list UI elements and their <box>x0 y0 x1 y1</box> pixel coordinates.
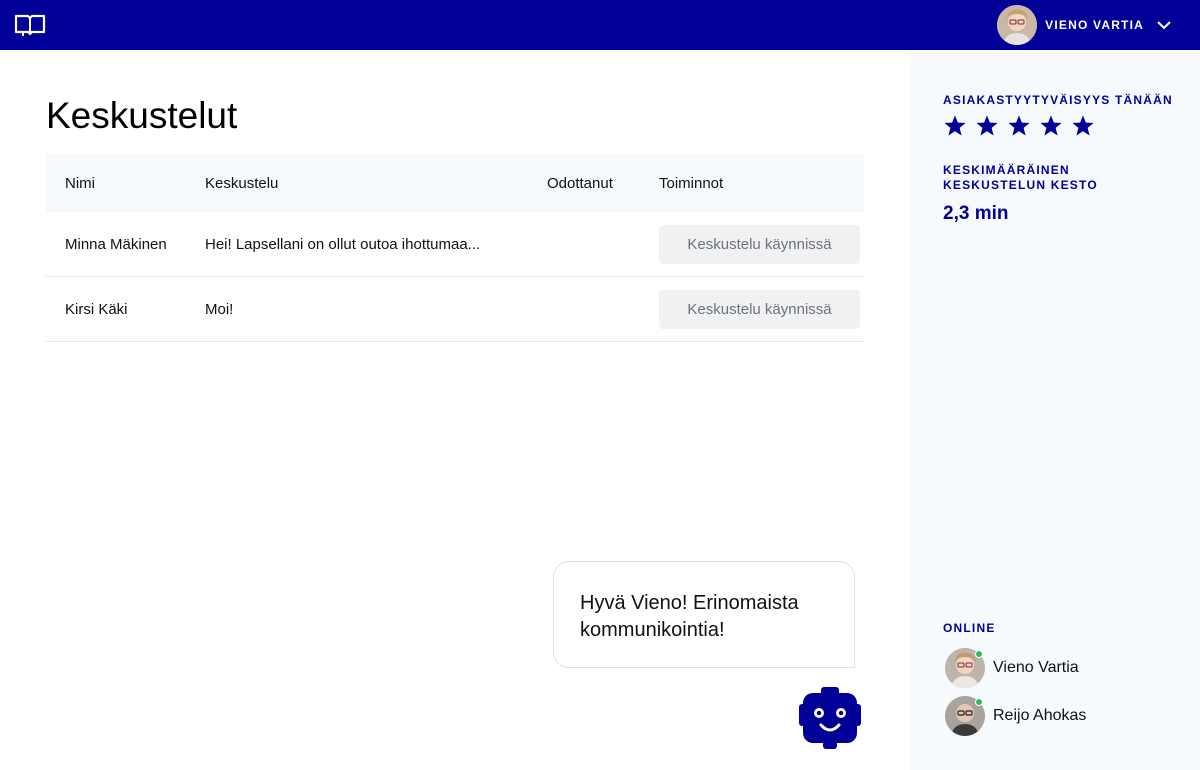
online-user[interactable]: Reijo Ahokas <box>945 696 1086 736</box>
star-icon <box>1008 115 1030 136</box>
online-user-name: Vieno Vartia <box>993 659 1079 676</box>
conversations-table: Nimi Keskustelu Odottanut Toiminnot Minn… <box>46 154 864 342</box>
avatar <box>997 5 1038 45</box>
table-row[interactable]: Kirsi Käki Moi! Keskustelu käynnissä <box>46 277 864 342</box>
column-header-name: Nimi <box>65 174 95 192</box>
star-icon <box>944 115 966 136</box>
page-title: Keskustelut <box>46 95 238 136</box>
conversation-in-progress-button[interactable]: Keskustelu käynnissä <box>659 289 860 329</box>
satisfaction-stars <box>943 114 1103 138</box>
top-navigation-bar: VIENO VARTIA <box>0 0 1200 50</box>
online-user[interactable]: Vieno Vartia <box>945 648 1079 688</box>
column-header-conversation: Keskustelu <box>205 174 279 192</box>
avg-duration-value: 2,3 min <box>943 203 1009 224</box>
bot-message-bubble: Hyvä Vieno! Erinomaista kommunikointia! <box>553 561 855 668</box>
robot-face-icon[interactable] <box>799 687 861 749</box>
star-icon <box>1072 115 1094 136</box>
conversation-in-progress-button[interactable]: Keskustelu käynnissä <box>659 224 860 264</box>
table-row[interactable]: Minna Mäkinen Hei! Lapsellani on ollut o… <box>46 212 864 277</box>
open-book-icon[interactable] <box>14 14 46 36</box>
online-user-name: Reijo Ahokas <box>993 707 1087 724</box>
stats-sidebar: ASIAKASTYYTYVÄISYYS TÄNÄÄN KESKIMÄÄRÄINE… <box>910 50 1200 770</box>
star-icon <box>976 115 998 136</box>
row-name: Kirsi Käki <box>65 300 128 318</box>
satisfaction-label: ASIAKASTYYTYVÄISYYS TÄNÄÄN <box>943 93 1173 107</box>
avg-duration-label: KESKIMÄÄRÄINEN KESKUSTELUN KESTO <box>943 163 1098 193</box>
avg-duration-label-line2: KESKUSTELUN KESTO <box>943 178 1098 192</box>
bot-message-line2: kommunikointia! <box>580 619 725 641</box>
chevron-down-icon[interactable] <box>1156 20 1172 30</box>
avg-duration-label-line1: KESKIMÄÄRÄINEN <box>943 163 1070 177</box>
column-header-actions: Toiminnot <box>659 174 724 192</box>
column-header-waited: Odottanut <box>547 174 613 192</box>
online-status-dot <box>975 698 983 706</box>
row-message: Hei! Lapsellani on ollut outoa ihottumaa… <box>205 235 481 253</box>
row-name: Minna Mäkinen <box>65 235 167 253</box>
online-status-dot <box>975 650 983 658</box>
user-name: VIENO VARTIA <box>1045 18 1144 32</box>
bot-message-line1: Hyvä Vieno! Erinomaista <box>580 592 799 614</box>
star-icon <box>1040 115 1062 136</box>
table-header: Nimi Keskustelu Odottanut Toiminnot <box>46 154 864 212</box>
online-label: ONLINE <box>943 621 996 635</box>
user-menu[interactable]: VIENO VARTIA <box>997 0 1200 50</box>
row-message: Moi! <box>205 300 234 318</box>
